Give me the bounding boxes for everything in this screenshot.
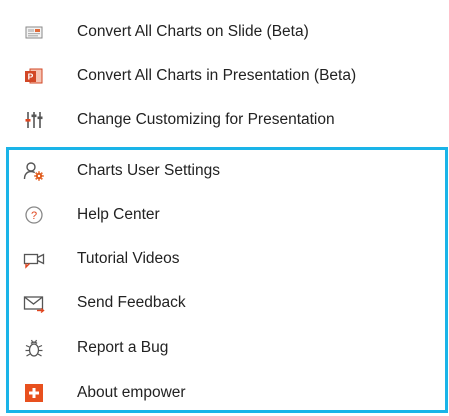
- powerpoint-icon: P: [22, 64, 46, 88]
- menu-item-label: Convert All Charts in Presentation (Beta…: [77, 67, 357, 84]
- svg-text:?: ?: [31, 210, 37, 222]
- menu-item-convert-charts-on-slide[interactable]: Convert All Charts on Slide (Beta): [0, 10, 449, 54]
- menu-item-report-bug[interactable]: Report a Bug: [0, 326, 449, 370]
- menu-item-label: Report a Bug: [77, 339, 169, 356]
- help-icon: ?: [22, 203, 46, 227]
- menu-item-label: Change Customizing for Presentation: [77, 111, 335, 128]
- bug-icon: [22, 336, 46, 360]
- envelope-icon: [22, 291, 46, 315]
- menu-item-label: Help Center: [77, 206, 160, 223]
- empower-logo-icon: [22, 381, 46, 405]
- menu-item-change-customizing[interactable]: Change Customizing for Presentation: [0, 98, 449, 142]
- menu-item-about-empower[interactable]: About empower: [0, 371, 449, 415]
- menu-item-help-center[interactable]: ? Help Center: [0, 193, 449, 237]
- menu-item-label: Send Feedback: [77, 294, 186, 311]
- menu-item-send-feedback[interactable]: Send Feedback: [0, 281, 449, 325]
- menu-item-label: Convert All Charts on Slide (Beta): [77, 23, 309, 40]
- menu-item-charts-user-settings[interactable]: Charts User Settings: [0, 149, 449, 193]
- menu-item-label: About empower: [77, 384, 186, 401]
- menu-item-label: Charts User Settings: [77, 162, 220, 179]
- menu-item-convert-charts-in-presentation[interactable]: P Convert All Charts in Presentation (Be…: [0, 54, 449, 98]
- svg-text:P: P: [28, 72, 34, 82]
- video-camera-icon: [22, 247, 46, 271]
- slide-chart-icon: [22, 20, 46, 44]
- charts-dropdown-menu: Convert All Charts on Slide (Beta) P Con…: [0, 0, 449, 416]
- menu-item-label: Tutorial Videos: [77, 250, 180, 267]
- menu-item-tutorial-videos[interactable]: Tutorial Videos: [0, 237, 449, 281]
- sliders-icon: [22, 108, 46, 132]
- user-settings-icon: [22, 159, 46, 183]
